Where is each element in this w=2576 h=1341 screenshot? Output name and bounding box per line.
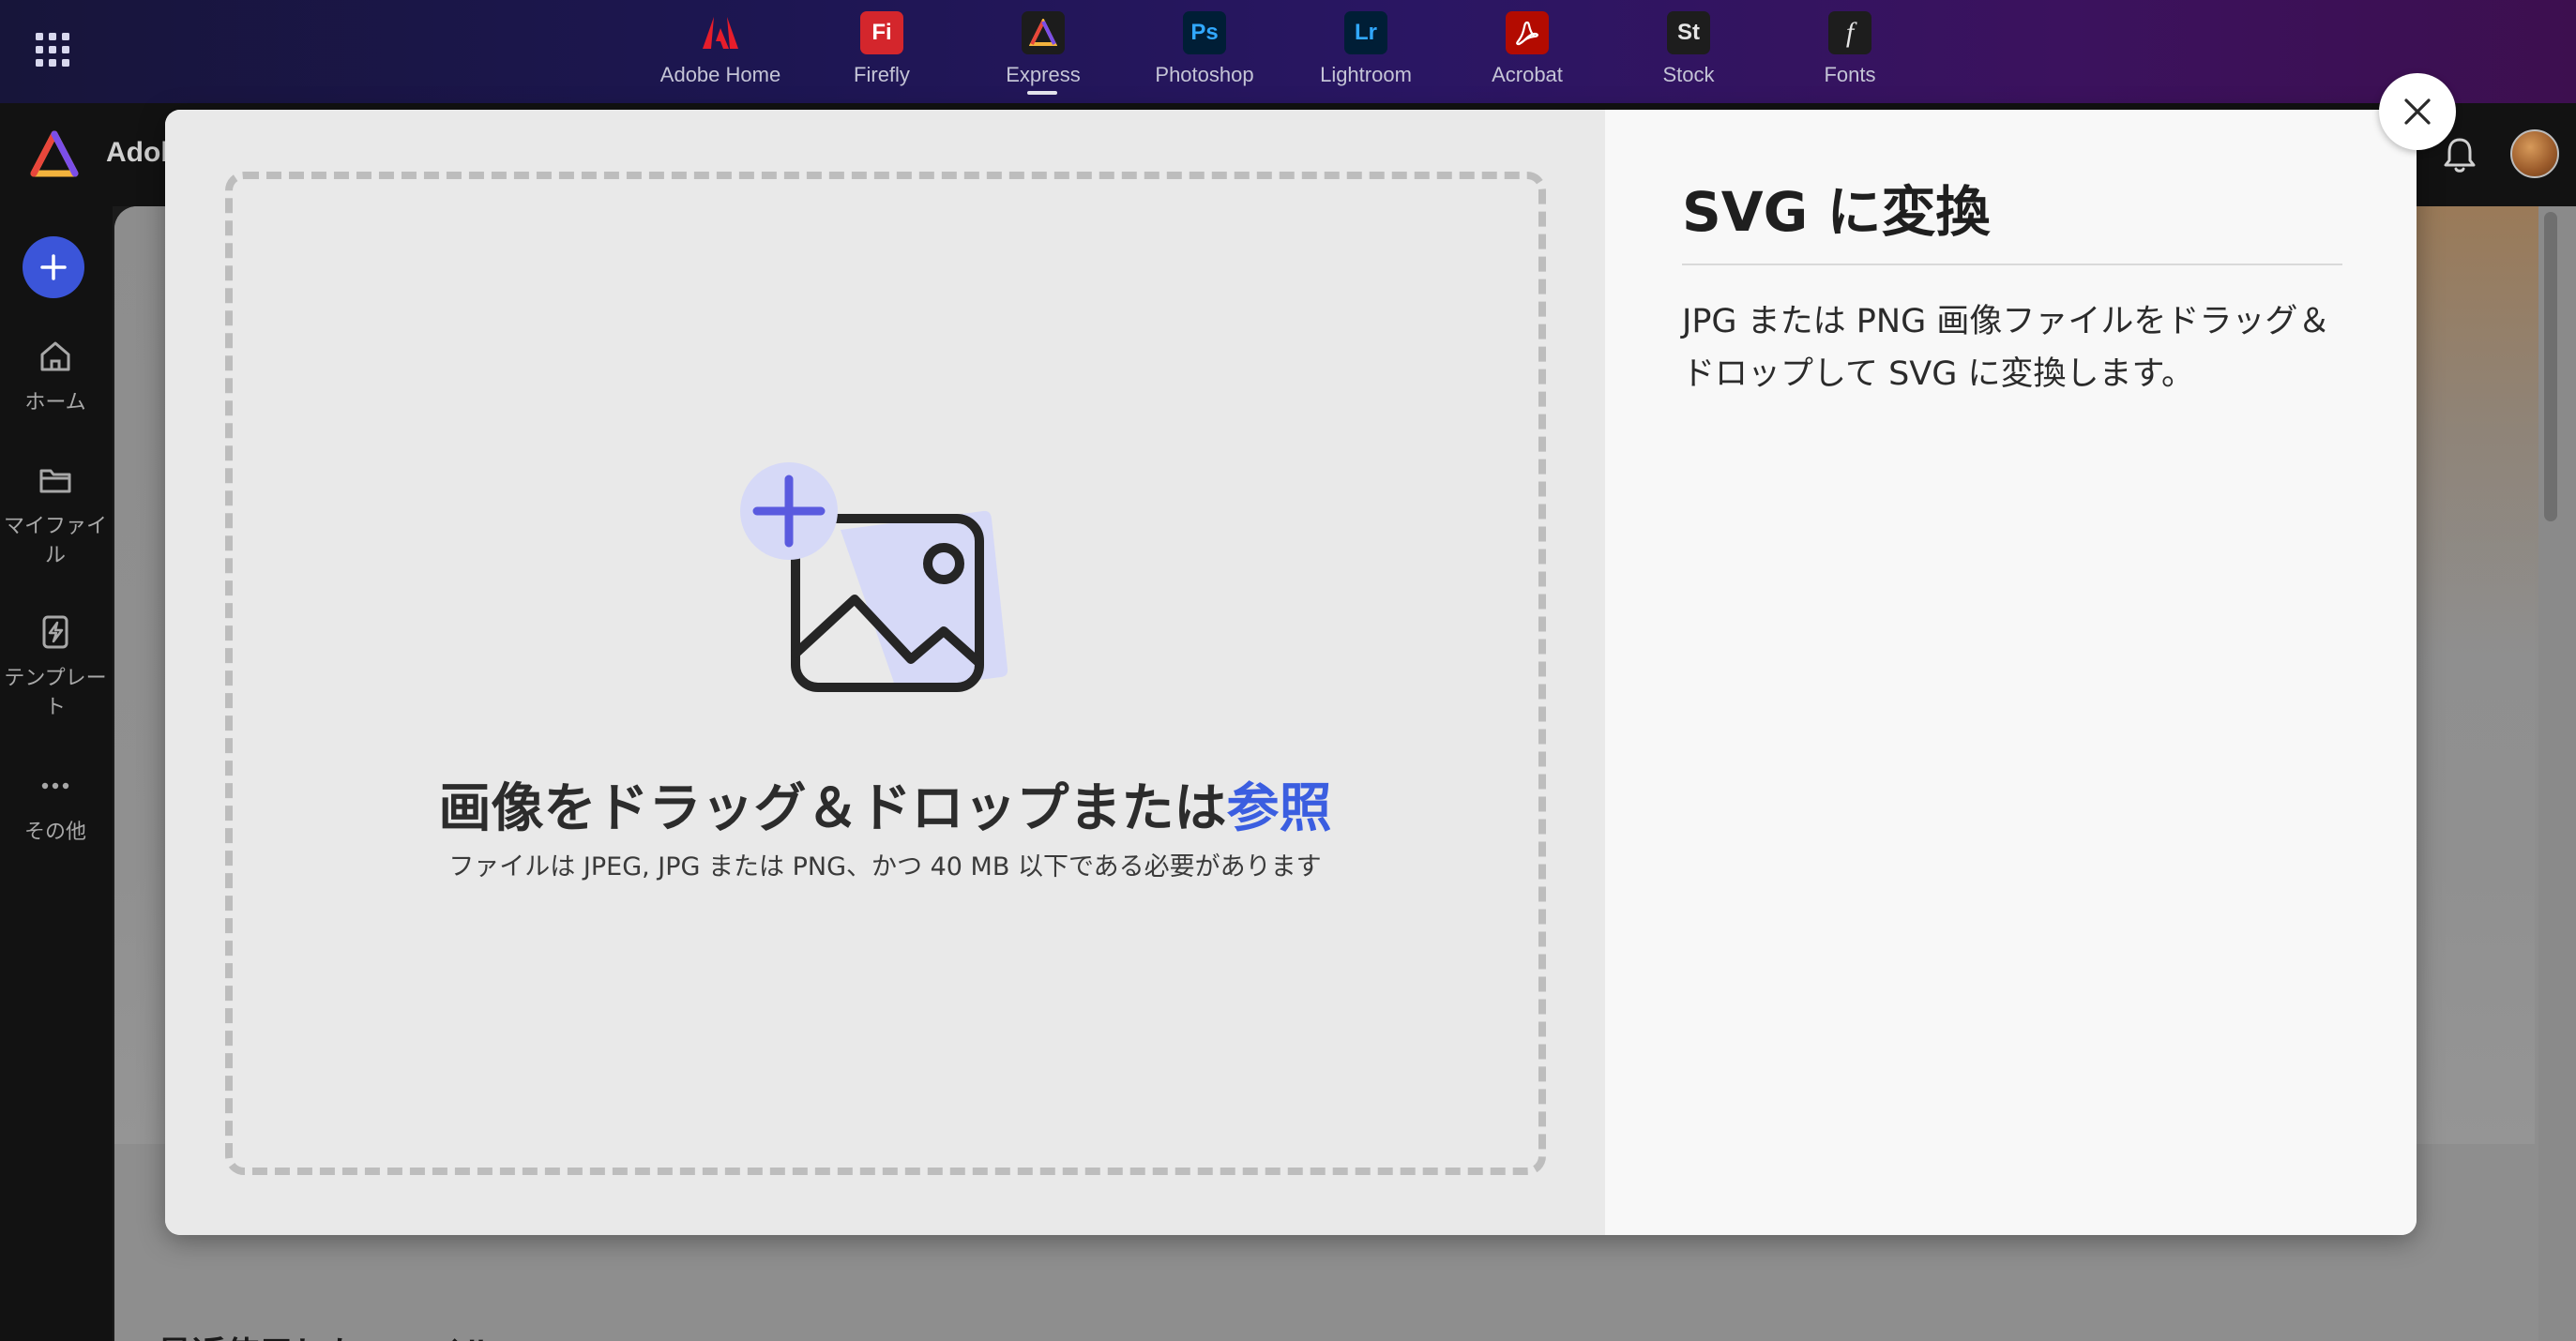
app-switcher-bar: Adobe Home Fi Firefly Express Ps Photosh… bbox=[0, 0, 2576, 103]
avatar[interactable] bbox=[2510, 129, 2559, 178]
sidebar-item-label: ホーム bbox=[24, 391, 86, 414]
sidebar-item-home[interactable]: ホーム bbox=[0, 338, 111, 417]
close-button[interactable] bbox=[2379, 73, 2456, 150]
app-grid-icon[interactable] bbox=[36, 33, 73, 70]
app-label: Lightroom bbox=[1320, 63, 1412, 86]
dialog-description: JPG または PNG 画像ファイルをドラッグ＆ドロップして SVG に変換しま… bbox=[1682, 303, 2331, 393]
hero-banner-image bbox=[2402, 206, 2552, 656]
folder-icon bbox=[39, 469, 71, 493]
app-label: Adobe Home bbox=[659, 63, 781, 86]
dropzone-title-text: 画像をドラッグ＆ドロップまたは bbox=[438, 778, 1227, 839]
photoshop-icon: Ps bbox=[1183, 11, 1226, 54]
sidebar-item-label: マイファイル bbox=[3, 515, 107, 567]
sidebar-item-my-files[interactable]: マイファイル bbox=[0, 461, 111, 570]
app-fonts[interactable]: f Fonts bbox=[1769, 11, 1931, 98]
acrobat-icon bbox=[1506, 11, 1549, 54]
stock-icon: St bbox=[1667, 11, 1710, 54]
page-scrollbar[interactable] bbox=[2544, 212, 2557, 521]
sidebar-item-label: その他 bbox=[23, 821, 86, 844]
firefly-icon: Fi bbox=[860, 11, 903, 54]
image-upload-icon bbox=[740, 462, 1008, 692]
divider bbox=[1682, 264, 2342, 265]
active-app-indicator bbox=[1027, 91, 1057, 95]
app-label: Fonts bbox=[1824, 63, 1876, 86]
app-label: Express bbox=[1006, 63, 1081, 86]
plus-icon bbox=[40, 254, 67, 280]
recent-files-heading: 最近使用したファイル bbox=[158, 1327, 495, 1341]
app-label: Acrobat bbox=[1492, 63, 1563, 86]
app-label: Stock bbox=[1662, 63, 1715, 86]
sidebar-item-more[interactable]: その他 bbox=[0, 767, 111, 847]
app-label: Firefly bbox=[854, 63, 910, 86]
app-photoshop[interactable]: Ps Photoshop bbox=[1124, 11, 1285, 98]
fonts-icon: f bbox=[1828, 11, 1871, 54]
create-button[interactable] bbox=[23, 236, 84, 298]
info-panel: SVG に変換 JPG または PNG 画像ファイルをドラッグ＆ドロップして S… bbox=[1605, 110, 2417, 1235]
bell-icon[interactable] bbox=[2441, 134, 2478, 175]
sidebar-item-label: テンプレート bbox=[4, 667, 107, 719]
app-firefly[interactable]: Fi Firefly bbox=[801, 11, 962, 98]
upload-panel: 画像をドラッグ＆ドロップまたは参照 ファイルは JPEG, JPG または PN… bbox=[165, 110, 1605, 1235]
convert-svg-dialog: 画像をドラッグ＆ドロップまたは参照 ファイルは JPEG, JPG または PN… bbox=[165, 110, 2417, 1235]
template-icon bbox=[42, 615, 68, 649]
lightroom-icon: Lr bbox=[1344, 11, 1387, 54]
app-stock[interactable]: St Stock bbox=[1608, 11, 1769, 98]
dialog-title: SVG に変換 bbox=[1682, 180, 1991, 244]
app-acrobat[interactable]: Acrobat bbox=[1447, 11, 1608, 98]
browse-link[interactable]: 参照 bbox=[1227, 778, 1332, 839]
close-icon bbox=[2404, 98, 2431, 125]
express-icon bbox=[1022, 11, 1065, 54]
app-express[interactable]: Express bbox=[962, 11, 1124, 98]
app-label: Photoshop bbox=[1155, 63, 1254, 86]
dropzone-requirements: ファイルは JPEG, JPG または PNG、かつ 40 MB 以下である必要… bbox=[448, 852, 1322, 881]
sidebar-item-templates[interactable]: テンプレート bbox=[0, 613, 111, 722]
home-icon bbox=[40, 341, 70, 371]
dropzone-title: 画像をドラッグ＆ドロップまたは参照 bbox=[165, 766, 1605, 842]
adobe-logo-icon bbox=[699, 11, 742, 54]
more-icon bbox=[41, 782, 69, 790]
express-logo-icon[interactable] bbox=[28, 128, 81, 181]
app-lightroom[interactable]: Lr Lightroom bbox=[1285, 11, 1447, 98]
app-adobe-home[interactable]: Adobe Home bbox=[640, 11, 801, 98]
